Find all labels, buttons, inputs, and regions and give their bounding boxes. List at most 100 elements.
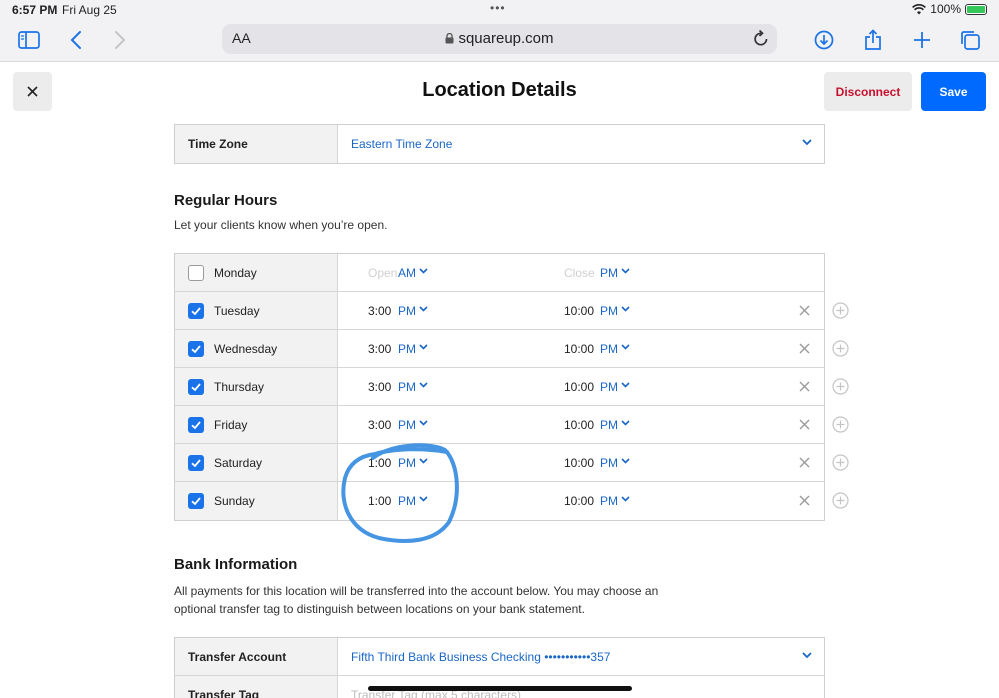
open-meridiem-select[interactable]: PM (398, 380, 416, 394)
checkmark-icon (191, 307, 201, 316)
remove-hours-icon[interactable] (799, 495, 810, 506)
checkmark-icon (191, 497, 201, 506)
forward-icon[interactable] (106, 28, 134, 52)
back-icon[interactable] (62, 28, 90, 52)
chevron-down-icon[interactable] (419, 306, 428, 312)
chevron-down-icon[interactable] (802, 652, 812, 659)
add-hours-icon[interactable] (832, 302, 849, 319)
open-time-input[interactable]: 3:00 (368, 418, 391, 432)
save-button[interactable]: Save (921, 72, 986, 111)
remove-hours-icon[interactable] (799, 343, 810, 354)
close-time-input[interactable]: 10:00 (564, 342, 594, 356)
open-meridiem-select[interactable]: PM (398, 418, 416, 432)
browser-toolbar: AA squareup.com (0, 20, 999, 62)
add-hours-icon[interactable] (832, 340, 849, 357)
wifi-icon (912, 3, 927, 14)
close-time-input[interactable]: 10:00 (564, 418, 594, 432)
checkmark-icon (191, 459, 201, 468)
close-meridiem-select[interactable]: PM (600, 418, 618, 432)
hours-row-friday: Friday 3:00 PM 10:00 PM (175, 406, 849, 444)
status-bar: 6:57 PM Fri Aug 25 ••• 100% (0, 0, 999, 20)
hours-row-thursday: Thursday 3:00 PM 10:00 PM (175, 368, 849, 406)
day-checkbox-sunday[interactable] (188, 493, 204, 509)
tabs-overview-icon[interactable] (956, 28, 984, 52)
open-meridiem-select[interactable]: PM (398, 304, 416, 318)
url-display: squareup.com (222, 30, 777, 47)
close-meridiem-select[interactable]: PM (600, 304, 618, 318)
transfer-tag-label: Transfer Tag (188, 688, 260, 698)
close-time-input[interactable]: 10:00 (564, 380, 594, 394)
close-time-input[interactable]: 10:00 (564, 304, 594, 318)
lock-icon (445, 32, 454, 44)
close-meridiem-select[interactable]: PM (600, 380, 618, 394)
hours-row-wednesday: Wednesday 3:00 PM 10:00 PM (175, 330, 849, 368)
open-time-input[interactable]: 3:00 (368, 342, 391, 356)
chevron-down-icon[interactable] (621, 496, 630, 502)
checkmark-icon (191, 383, 201, 392)
chevron-down-icon[interactable] (419, 382, 428, 388)
close-time-input[interactable]: 10:00 (564, 494, 594, 508)
day-name: Monday (214, 266, 257, 280)
day-checkbox-wednesday[interactable] (188, 341, 204, 357)
day-checkbox-tuesday[interactable] (188, 303, 204, 319)
add-hours-icon[interactable] (832, 454, 849, 471)
day-checkbox-monday[interactable] (188, 265, 204, 281)
close-meridiem-select[interactable]: PM (600, 456, 618, 470)
transfer-account-select[interactable]: Fifth Third Bank Business Checking •••••… (351, 650, 610, 664)
remove-hours-icon[interactable] (799, 419, 810, 430)
add-hours-icon[interactable] (832, 378, 849, 395)
address-bar[interactable]: AA squareup.com (222, 24, 777, 54)
chevron-down-icon[interactable] (621, 382, 630, 388)
open-time-input[interactable]: 3:00 (368, 304, 391, 318)
remove-hours-icon[interactable] (799, 457, 810, 468)
hours-table: Monday Open AM Close PM Tuesday 3:00 PM … (174, 253, 849, 521)
disconnect-button[interactable]: Disconnect (824, 72, 912, 111)
open-meridiem-select[interactable]: AM (398, 266, 416, 280)
time-zone-select[interactable]: Eastern Time Zone (351, 137, 452, 151)
home-indicator[interactable] (368, 686, 632, 691)
day-checkbox-saturday[interactable] (188, 455, 204, 471)
chevron-down-icon[interactable] (419, 420, 428, 426)
hand-drawn-circle-annotation (341, 443, 459, 543)
open-time-input[interactable]: 3:00 (368, 380, 391, 394)
multitasking-dots-icon[interactable]: ••• (490, 1, 506, 15)
open-meridiem-select[interactable]: PM (398, 342, 416, 356)
regular-hours-description: Let your clients know when you’re open. (174, 218, 388, 232)
hours-row-tuesday: Tuesday 3:00 PM 10:00 PM (175, 292, 849, 330)
chevron-down-icon[interactable] (802, 139, 812, 146)
bank-information-title: Bank Information (174, 556, 298, 573)
checkmark-icon (191, 345, 201, 354)
new-tab-icon[interactable] (908, 28, 936, 52)
battery-percent: 100% (930, 2, 961, 16)
close-meridiem-select[interactable]: PM (600, 266, 618, 280)
hours-row-monday: Monday Open AM Close PM (175, 254, 824, 292)
remove-hours-icon[interactable] (799, 305, 810, 316)
chevron-down-icon[interactable] (621, 268, 630, 274)
add-hours-icon[interactable] (832, 492, 849, 509)
transfer-account-row[interactable]: Transfer Account Fifth Third Bank Busine… (175, 638, 824, 676)
open-time-input[interactable]: Open (368, 266, 397, 280)
share-icon[interactable] (859, 28, 887, 52)
downloads-icon[interactable] (810, 28, 838, 52)
day-name: Wednesday (214, 342, 278, 356)
chevron-down-icon[interactable] (621, 458, 630, 464)
chevron-down-icon[interactable] (419, 268, 428, 274)
reload-icon[interactable] (753, 29, 769, 47)
day-checkbox-friday[interactable] (188, 417, 204, 433)
time-zone-row[interactable]: Time Zone Eastern Time Zone (175, 125, 824, 163)
close-time-input[interactable]: 10:00 (564, 456, 594, 470)
day-checkbox-thursday[interactable] (188, 379, 204, 395)
add-hours-icon[interactable] (832, 416, 849, 433)
chevron-down-icon[interactable] (419, 344, 428, 350)
chevron-down-icon[interactable] (621, 306, 630, 312)
page-header: Location Details Disconnect Save (0, 62, 999, 122)
day-name: Sunday (214, 494, 255, 508)
status-right: 100% (912, 2, 987, 16)
close-time-input[interactable]: Close (564, 266, 595, 280)
chevron-down-icon[interactable] (621, 420, 630, 426)
remove-hours-icon[interactable] (799, 381, 810, 392)
chevron-down-icon[interactable] (621, 344, 630, 350)
sidebar-toggle-icon[interactable] (15, 28, 43, 52)
close-meridiem-select[interactable]: PM (600, 342, 618, 356)
close-meridiem-select[interactable]: PM (600, 494, 618, 508)
